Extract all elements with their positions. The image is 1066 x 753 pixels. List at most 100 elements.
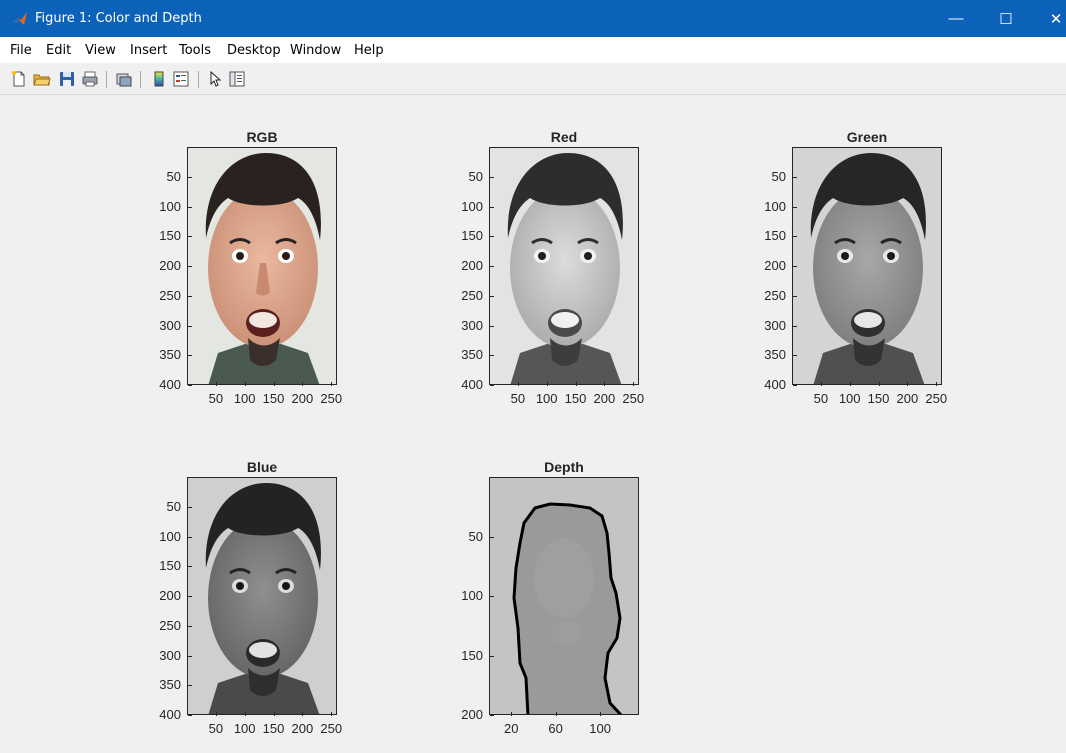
ytick-label-red: 50 [468,168,483,184]
xtick-mark-rgb [215,382,217,386]
ytick-mark-blue [188,566,192,568]
axes-title-depth: Depth [544,459,584,475]
ytick-mark-red [490,325,494,327]
xtick-label-blue: 150 [262,721,285,736]
xtick-label-blue: 50 [208,721,224,736]
ytick-label-blue: 50 [166,498,181,514]
axes-depth[interactable]: Depth 50 100 150 200 20 60 100 [452,455,652,745]
insert-colorbar-icon[interactable] [150,70,168,88]
axes-title-blue: Blue [246,459,278,475]
xtick-label-blue: 200 [291,721,314,736]
ytick-mark-green [793,385,797,386]
ytick-label-green: 250 [764,287,786,303]
ytick-label-green: 300 [764,317,786,333]
ytick-mark-depth [490,715,494,716]
axes-blue[interactable]: Blue 50 100 150 200 250 300 350 400 50 100 150 200… [150,455,350,745]
ytick-mark-green [793,295,797,297]
menu-window[interactable]: Window [290,43,341,58]
ytick-mark-rgb [188,266,192,267]
xtick-label-depth: 60 [548,721,563,736]
ytick-label-green: 200 [764,258,786,273]
ytick-label-green: 50 [771,168,786,184]
xtick-mark-blue [331,712,333,716]
toolbar-separator [198,71,199,88]
ytick-mark-rgb [188,236,192,238]
ytick-mark-red [490,355,494,357]
xtick-mark-depth [600,712,602,716]
ytick-mark-red [490,385,494,386]
ytick-label-blue: 150 [159,558,181,574]
menu-edit[interactable]: Edit [46,43,71,58]
depth-image [490,478,638,714]
ytick-label-rgb: 400 [159,377,181,392]
xtick-mark-green [907,382,909,386]
property-inspector-icon[interactable] [228,70,246,88]
ytick-mark-rgb [188,355,192,357]
ytick-label-red: 250 [461,287,483,303]
menu-tools[interactable]: Tools [179,43,211,58]
menu-help[interactable]: Help [354,43,384,58]
toolbar-separator [106,71,107,88]
menu-desktop[interactable]: Desktop [227,43,281,58]
ytick-label-red: 150 [461,228,483,244]
ytick-label-blue: 350 [159,677,181,693]
ytick-mark-green [793,325,797,327]
ytick-label-red: 350 [461,347,483,363]
ytick-label-blue: 250 [159,617,181,633]
new-figure-icon[interactable] [10,70,28,88]
menu-insert[interactable]: Insert [130,43,167,58]
xtick-label-red: 150 [564,391,587,406]
xtick-mark-red [633,382,635,386]
ytick-label-rgb: 350 [159,347,181,363]
xtick-mark-red [517,382,519,386]
ytick-mark-blue [188,715,192,716]
open-file-icon[interactable] [33,70,51,88]
ytick-mark-depth [490,536,494,538]
rgb-face-image [187,147,337,385]
window-title: Figure 1: Color and Depth [35,11,202,26]
insert-legend-icon[interactable] [172,70,190,88]
minimize-button[interactable]: — [933,0,979,37]
minimize-icon: — [948,10,964,27]
ytick-mark-rgb [188,325,192,327]
toolbar-separator [140,71,141,88]
maximize-button[interactable]: ☐ [983,0,1029,37]
ytick-label-blue: 400 [159,707,181,722]
edit-plot-arrow-icon[interactable] [207,70,225,88]
axes-red[interactable]: Red 50 100 150 200 250 300 350 400 50 100 150 200 2… [452,125,652,415]
xtick-mark-red [546,382,548,386]
axes-title-green: Green [846,129,888,145]
menu-view[interactable]: View [85,43,116,58]
xtick-label-green: 50 [813,391,829,406]
axes-rgb[interactable]: RGB 50 100 150 200 250 300 350 400 50 100 150 200 2… [150,125,350,415]
xtick-label-red: 200 [593,391,616,406]
title-bar[interactable]: Figure 1: Color and Depth — ☐ ✕ [0,0,1066,37]
close-button[interactable]: ✕ [1033,0,1066,37]
ytick-label-depth: 150 [461,647,483,663]
xtick-label-red: 50 [510,391,526,406]
ytick-mark-rgb [188,206,192,208]
blue-channel-image [187,477,337,715]
xtick-mark-rgb [331,382,333,386]
xtick-mark-rgb [244,382,246,386]
matlab-logo-icon [13,12,27,25]
ytick-label-rgb: 200 [159,258,181,273]
axes-green[interactable]: Green 50 100 150 200 250 300 350 400 50 100 150 20… [755,125,955,415]
xtick-label-rgb: 150 [262,391,285,406]
ytick-label-blue: 100 [159,528,181,544]
ytick-mark-blue [188,596,192,597]
xtick-label-depth: 100 [589,721,611,736]
print-icon[interactable] [81,70,99,88]
xtick-mark-depth [555,712,557,716]
figure-window: Figure 1: Color and Depth — ☐ ✕ File Edi… [0,0,1066,753]
save-icon[interactable] [58,70,76,88]
link-plot-icon[interactable] [115,70,133,88]
axes-title-red: Red [550,129,578,145]
ytick-label-red: 200 [461,258,483,273]
close-icon: ✕ [1049,10,1063,28]
ytick-label-depth: 100 [461,588,483,603]
xtick-mark-blue [215,712,217,716]
xtick-label-green: 200 [896,391,919,406]
ytick-label-green: 400 [764,377,786,392]
menu-file[interactable]: File [10,43,32,58]
